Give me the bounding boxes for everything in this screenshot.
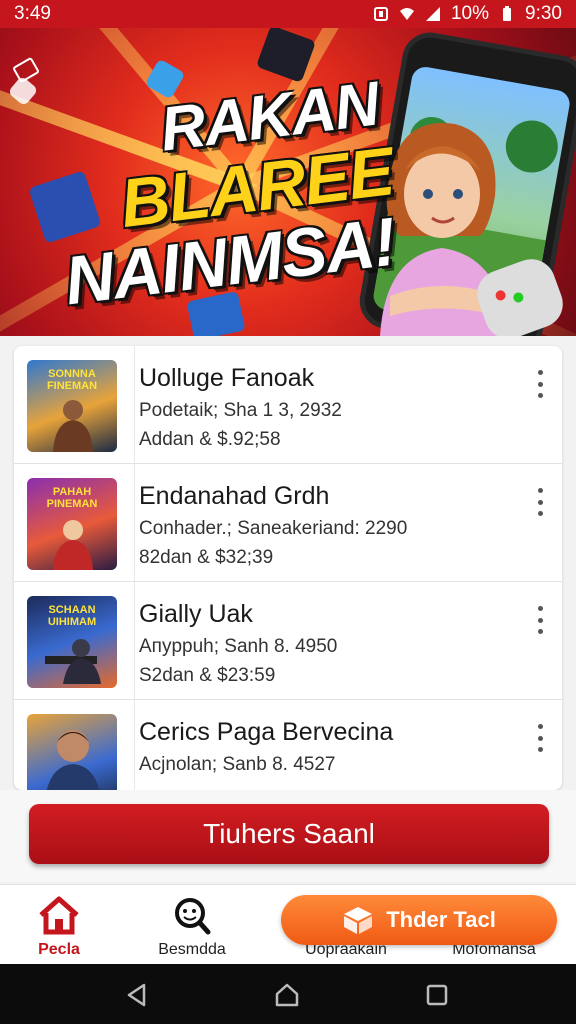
more-options-icon[interactable] xyxy=(534,370,546,398)
game-thumbnail: SONNNA FINEMAN xyxy=(27,360,117,452)
game-meta: Aпyppuh; Sanh 8. 4950 xyxy=(139,636,338,657)
soldier-art-icon xyxy=(45,639,101,684)
game-title: Endanahad Grdh xyxy=(139,482,330,510)
primary-action-button[interactable]: Tiuhers Saanl xyxy=(29,804,549,864)
list-item[interactable]: SONNNA FINEMAN Uolluge Fanoak Podetaik; … xyxy=(14,346,562,464)
game-thumbnail: SCHAAN UIHIMAM xyxy=(27,596,117,688)
search-icon xyxy=(175,898,211,935)
game-price: 82dan & $32;39 xyxy=(139,547,274,568)
portrait-art-icon xyxy=(46,730,100,790)
game-price: Addan & $.92;58 xyxy=(139,429,281,450)
home-button-icon[interactable] xyxy=(274,982,300,1008)
status-icons: 10% 9:30 xyxy=(373,3,562,25)
game-meta: Conhader.; Saneakeriand: 2290 xyxy=(139,518,408,539)
row-divider xyxy=(134,346,135,463)
bottom-navigation: Pecla Besmdda Uopraakain Mofomansa Thder xyxy=(0,884,576,964)
row-divider xyxy=(134,464,135,581)
game-meta: Podetaik; Sha 1 3, 2932 xyxy=(139,400,342,421)
notification-icon xyxy=(373,7,388,21)
box-icon xyxy=(344,907,373,934)
hero-art-icon xyxy=(53,520,93,570)
battery-percent: 10% xyxy=(450,3,490,24)
more-options-icon[interactable] xyxy=(534,724,546,752)
list-item[interactable]: SCHAAN UIHIMAM Gially Uak Aпyppuh; Sanh … xyxy=(14,582,562,700)
game-title: Gially Uak xyxy=(139,600,253,628)
game-title: Uolluge Fanoak xyxy=(139,364,315,392)
game-meta: Acjnolan; Sanb 8. 4527 xyxy=(139,754,336,775)
status-clock: 9:30 xyxy=(525,3,562,24)
nav-item-home[interactable]: Pecla xyxy=(0,885,129,965)
status-bar: 3:49 10% 9:30 xyxy=(0,0,576,28)
featured-pill-button[interactable]: Thder Tacl xyxy=(281,895,557,945)
list-item[interactable]: PAHAH PINEMAN Endanahad Grdh Conhader.; … xyxy=(14,464,562,582)
app-screen: 3:49 10% 9:30 RAKAN BLAREE NAINMSA! SONN… xyxy=(0,0,576,1024)
list-item[interactable]: Cerics Paga Bervecina Acjnolan; Sanb 8. … xyxy=(14,700,562,790)
thumbnail-caption: SCHAAN UIHIMAM xyxy=(47,604,97,629)
nav-item-search[interactable]: Besmdda xyxy=(122,885,262,965)
warrior-art-icon xyxy=(53,400,93,452)
thumbnail-caption: PAHAH PINEMAN xyxy=(46,486,98,511)
promo-banner[interactable]: RAKAN BLAREE NAINMSA! xyxy=(0,28,576,336)
back-icon[interactable] xyxy=(124,982,150,1008)
game-price: S2dan & $23:59 xyxy=(139,665,276,686)
system-navigation-bar xyxy=(0,964,576,1024)
home-icon xyxy=(39,896,79,935)
thumbnail-caption: SONNNA FINEMAN xyxy=(46,368,98,393)
recents-icon[interactable] xyxy=(424,982,450,1008)
game-thumbnail: PAHAH PINEMAN xyxy=(27,478,117,570)
status-time: 3:49 xyxy=(14,3,51,24)
cta-area: Tiuhers Saanl xyxy=(0,790,576,882)
nav-label-search: Besmdda xyxy=(158,941,226,958)
row-divider xyxy=(134,700,135,790)
ticket-icon xyxy=(13,57,39,83)
game-title: Cerics Paga Bervecina xyxy=(139,718,394,746)
row-divider xyxy=(134,582,135,699)
game-thumbnail xyxy=(27,714,117,790)
game-list: SONNNA FINEMAN Uolluge Fanoak Podetaik; … xyxy=(14,346,562,790)
featured-pill-label: Thder Tacl xyxy=(386,907,496,932)
more-options-icon[interactable] xyxy=(534,606,546,634)
more-options-icon[interactable] xyxy=(534,488,546,516)
wifi-icon xyxy=(399,8,414,20)
nav-label-home: Pecla xyxy=(38,941,80,958)
signal-icon xyxy=(425,7,440,21)
battery-icon xyxy=(503,6,512,21)
banner-headline: RAKAN BLAREE NAINMSA! xyxy=(60,69,420,319)
